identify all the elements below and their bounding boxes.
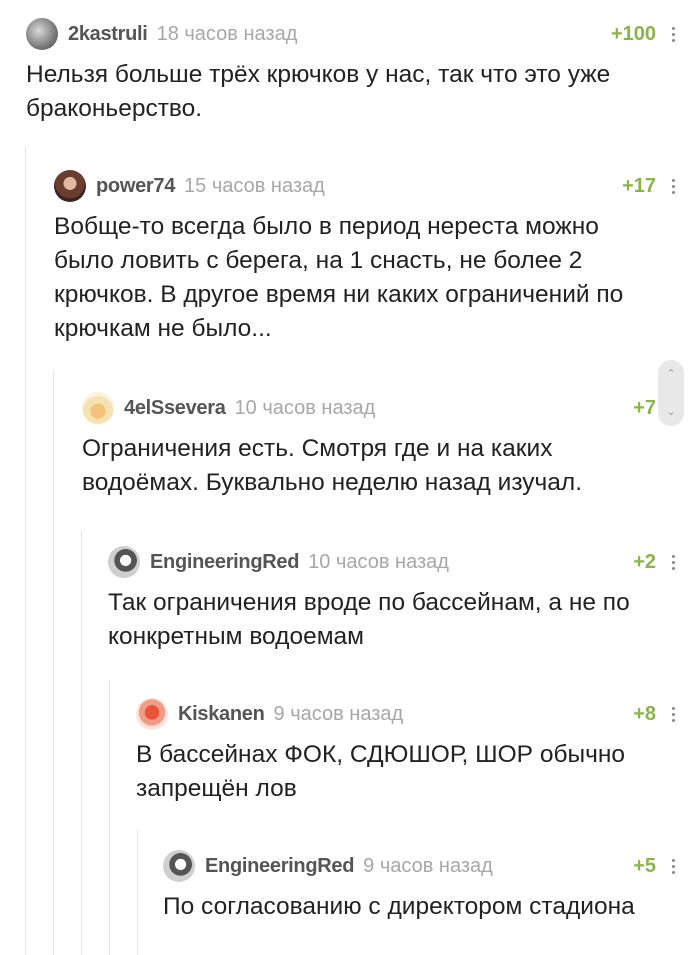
comment-line: водоёмах. Буквально неделю назад изучал. bbox=[82, 469, 583, 496]
timestamp[interactable]: 10 часов назад bbox=[308, 551, 449, 574]
comment-text: Нельзя больше трёх крючков у нас, так чт… bbox=[26, 58, 678, 126]
comment-text: По согласованию с директором стадиона bbox=[163, 890, 678, 924]
thread-line bbox=[109, 680, 110, 955]
comment-line: Нельзя больше трёх крючков у нас, так чт… bbox=[26, 61, 611, 88]
rating: +100 bbox=[610, 23, 656, 45]
comment-header: EngineeringRed 10 часов назад +2 bbox=[108, 544, 678, 580]
comment-text: Ограничения есть. Смотря где и на каких … bbox=[82, 432, 678, 500]
comment-line: Ограничения есть. Смотря где и на каких bbox=[82, 435, 553, 462]
comment-line: запрещён лов bbox=[136, 775, 297, 802]
comment-header: 4elSsevera 10 часов назад +7 bbox=[82, 390, 678, 426]
timestamp[interactable]: 9 часов назад bbox=[274, 703, 404, 726]
vertical-dots-icon[interactable] bbox=[668, 168, 678, 204]
rating: +8 bbox=[633, 703, 656, 725]
chevron-up-icon[interactable]: ⌃ bbox=[666, 368, 675, 380]
comment-line: крючкам не было... bbox=[54, 315, 272, 342]
comment-text: В бассейнах ФОК, СДЮШОР, ШОР обычно запр… bbox=[136, 738, 678, 806]
comment-line: браконьерство. bbox=[26, 95, 203, 122]
comment-header: power74 15 часов назад +17 bbox=[54, 168, 678, 204]
timestamp[interactable]: 10 часов назад bbox=[235, 397, 376, 420]
timestamp[interactable]: 18 часов назад bbox=[157, 23, 298, 46]
chevron-down-icon[interactable]: ⌄ bbox=[666, 406, 675, 418]
comment: 2kastruli 18 часов назад +100 Нельзя бол… bbox=[26, 16, 678, 126]
avatar[interactable] bbox=[108, 546, 140, 578]
thread-line bbox=[137, 830, 138, 955]
timestamp[interactable]: 9 часов назад bbox=[363, 855, 493, 878]
comment: EngineeringRed 9 часов назад +5 По согла… bbox=[163, 848, 678, 924]
avatar[interactable] bbox=[136, 698, 168, 730]
thread-line bbox=[81, 530, 82, 955]
comment: power74 15 часов назад +17 Вобще-то всег… bbox=[54, 168, 678, 346]
comment-header: Kiskanen 9 часов назад +8 bbox=[136, 696, 678, 732]
vertical-dots-icon[interactable] bbox=[668, 544, 678, 580]
comment-text: Вобще-то всегда было в период нереста мо… bbox=[54, 210, 678, 346]
avatar[interactable] bbox=[26, 18, 58, 50]
avatar[interactable] bbox=[54, 170, 86, 202]
comment: 4elSsevera 10 часов назад +7 Ограничения… bbox=[82, 390, 678, 500]
vertical-dots-icon[interactable] bbox=[668, 848, 678, 884]
username[interactable]: 4elSsevera bbox=[124, 397, 226, 420]
rating: +2 bbox=[633, 551, 656, 573]
username[interactable]: 2kastruli bbox=[68, 23, 148, 46]
comment: EngineeringRed 10 часов назад +2 Так огр… bbox=[108, 544, 678, 654]
username[interactable]: EngineeringRed bbox=[150, 551, 299, 574]
timestamp[interactable]: 15 часов назад bbox=[184, 175, 325, 198]
rating: +5 bbox=[633, 855, 656, 877]
username[interactable]: EngineeringRed bbox=[205, 855, 354, 878]
rating: +17 bbox=[622, 175, 656, 197]
comment-line: Вобще-то всегда было в период нереста мо… bbox=[54, 213, 599, 240]
username[interactable]: Kiskanen bbox=[178, 703, 265, 726]
comment-text: Так ограничения вроде по бассейнам, а не… bbox=[108, 586, 678, 654]
comment-line: крючков. В другое время ни каких огранич… bbox=[54, 281, 624, 308]
vertical-dots-icon[interactable] bbox=[668, 696, 678, 732]
thread-line bbox=[53, 370, 54, 955]
vertical-dots-icon[interactable] bbox=[668, 16, 678, 52]
rating: +7 bbox=[633, 397, 656, 419]
avatar[interactable] bbox=[82, 392, 114, 424]
comment-line: По согласованию с директором стадиона bbox=[163, 893, 635, 920]
comment-line: Так ограничения вроде по бассейнам, а не… bbox=[108, 589, 630, 616]
comment: Kiskanen 9 часов назад +8 В бассейнах ФО… bbox=[136, 696, 678, 806]
comment-line: было ловить с берега, на 1 снасть, не бо… bbox=[54, 247, 583, 274]
avatar[interactable] bbox=[163, 850, 195, 882]
comment-line: В бассейнах ФОК, СДЮШОР, ШОР обычно bbox=[136, 741, 626, 768]
username[interactable]: power74 bbox=[96, 175, 175, 198]
comment-line: конкретным водоемам bbox=[108, 623, 365, 650]
comment-header: 2kastruli 18 часов назад +100 bbox=[26, 16, 678, 52]
thread-line bbox=[25, 146, 26, 955]
scroll-control[interactable]: ⌃ ⌄ bbox=[658, 360, 684, 426]
comment-header: EngineeringRed 9 часов назад +5 bbox=[163, 848, 678, 884]
